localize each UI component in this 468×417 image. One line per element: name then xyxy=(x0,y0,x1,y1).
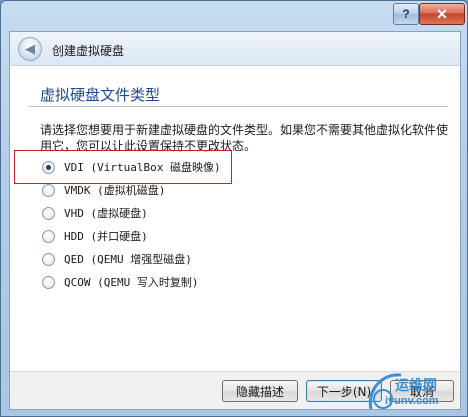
option-qed[interactable]: QED (QEMU 增强型磁盘) xyxy=(42,250,342,268)
option-vhd[interactable]: VHD (虚拟硬盘) xyxy=(42,204,342,222)
option-label: VDI (VirtualBox 磁盘映像) xyxy=(64,161,221,174)
close-button[interactable]: ✕ xyxy=(419,3,465,25)
hide-description-button[interactable]: 隐藏描述 xyxy=(222,380,298,402)
radio-vdi[interactable] xyxy=(42,160,55,174)
option-label: QED (QEMU 增强型磁盘) xyxy=(64,253,192,266)
option-vdi[interactable]: VDI (VirtualBox 磁盘映像) xyxy=(42,158,342,176)
option-label: VHD (虚拟硬盘) xyxy=(64,207,148,220)
wizard-footer: 隐藏描述 下一步(N) 取消 xyxy=(10,371,460,409)
radio-qcow[interactable] xyxy=(42,275,55,289)
title-bar: ? ✕ xyxy=(1,1,467,31)
section-title: 虚拟硬盘文件类型 xyxy=(40,86,161,104)
back-button[interactable]: ◀ xyxy=(18,37,42,61)
option-label: VMDK (虚拟机磁盘) xyxy=(64,184,166,197)
close-icon: ✕ xyxy=(436,5,448,22)
radio-qed[interactable] xyxy=(42,252,55,266)
option-hdd[interactable]: HDD (并口硬盘) xyxy=(42,227,342,245)
next-button[interactable]: 下一步(N) xyxy=(306,380,382,402)
dialog-window: ? ✕ ◀ 创建虚拟硬盘 虚拟硬盘文件类型 请选择您想要用于新建虚拟硬盘的文件类… xyxy=(0,0,468,417)
wizard-client-area: ◀ 创建虚拟硬盘 虚拟硬盘文件类型 请选择您想要用于新建虚拟硬盘的文件类型。如果… xyxy=(9,31,461,410)
back-arrow-icon: ◀ xyxy=(25,41,35,57)
cancel-button[interactable]: 取消 xyxy=(390,380,454,402)
help-button[interactable]: ? xyxy=(393,3,419,25)
section-divider xyxy=(28,106,448,107)
wizard-title: 创建虚拟硬盘 xyxy=(52,44,125,58)
option-label: QCOW (QEMU 写入时复制) xyxy=(64,276,199,289)
wizard-header: ◀ 创建虚拟硬盘 xyxy=(10,32,460,66)
radio-vhd[interactable] xyxy=(42,206,55,220)
radio-vmdk[interactable] xyxy=(42,183,55,197)
radio-hdd[interactable] xyxy=(42,229,55,243)
option-qcow[interactable]: QCOW (QEMU 写入时复制) xyxy=(42,273,342,291)
option-vmdk[interactable]: VMDK (虚拟机磁盘) xyxy=(42,181,342,199)
option-label: HDD (并口硬盘) xyxy=(64,230,148,243)
